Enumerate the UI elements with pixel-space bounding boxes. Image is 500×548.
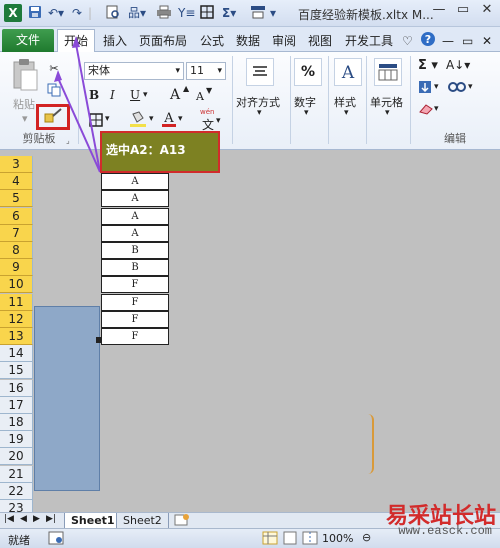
annotation-arrows xyxy=(54,36,101,173)
page-break-view-icon[interactable] xyxy=(302,531,318,548)
zoom-out-icon[interactable]: ⊖ xyxy=(362,531,371,544)
status-ready: 就绪 xyxy=(8,534,30,547)
zoom-level[interactable]: 100% xyxy=(322,532,353,545)
sheet-nav-last-icon[interactable]: ▶| xyxy=(46,514,56,524)
sheet-nav-first-icon[interactable]: |◀ xyxy=(4,514,14,524)
macro-record-icon[interactable] xyxy=(48,531,64,548)
sheet-tab-sheet2[interactable]: Sheet2 xyxy=(116,513,169,529)
watermark-url: www.easck.com xyxy=(398,524,492,538)
instruction-callout: 选中A2：A13 xyxy=(100,131,220,173)
sheet-nav-prev-icon[interactable]: ◀ xyxy=(20,514,27,524)
sheet-tab-sheet1[interactable]: Sheet1 xyxy=(64,513,122,529)
sheet-nav-next-icon[interactable]: ▶ xyxy=(33,514,40,524)
page-layout-view-icon[interactable] xyxy=(282,531,298,548)
normal-view-icon[interactable] xyxy=(262,531,278,548)
